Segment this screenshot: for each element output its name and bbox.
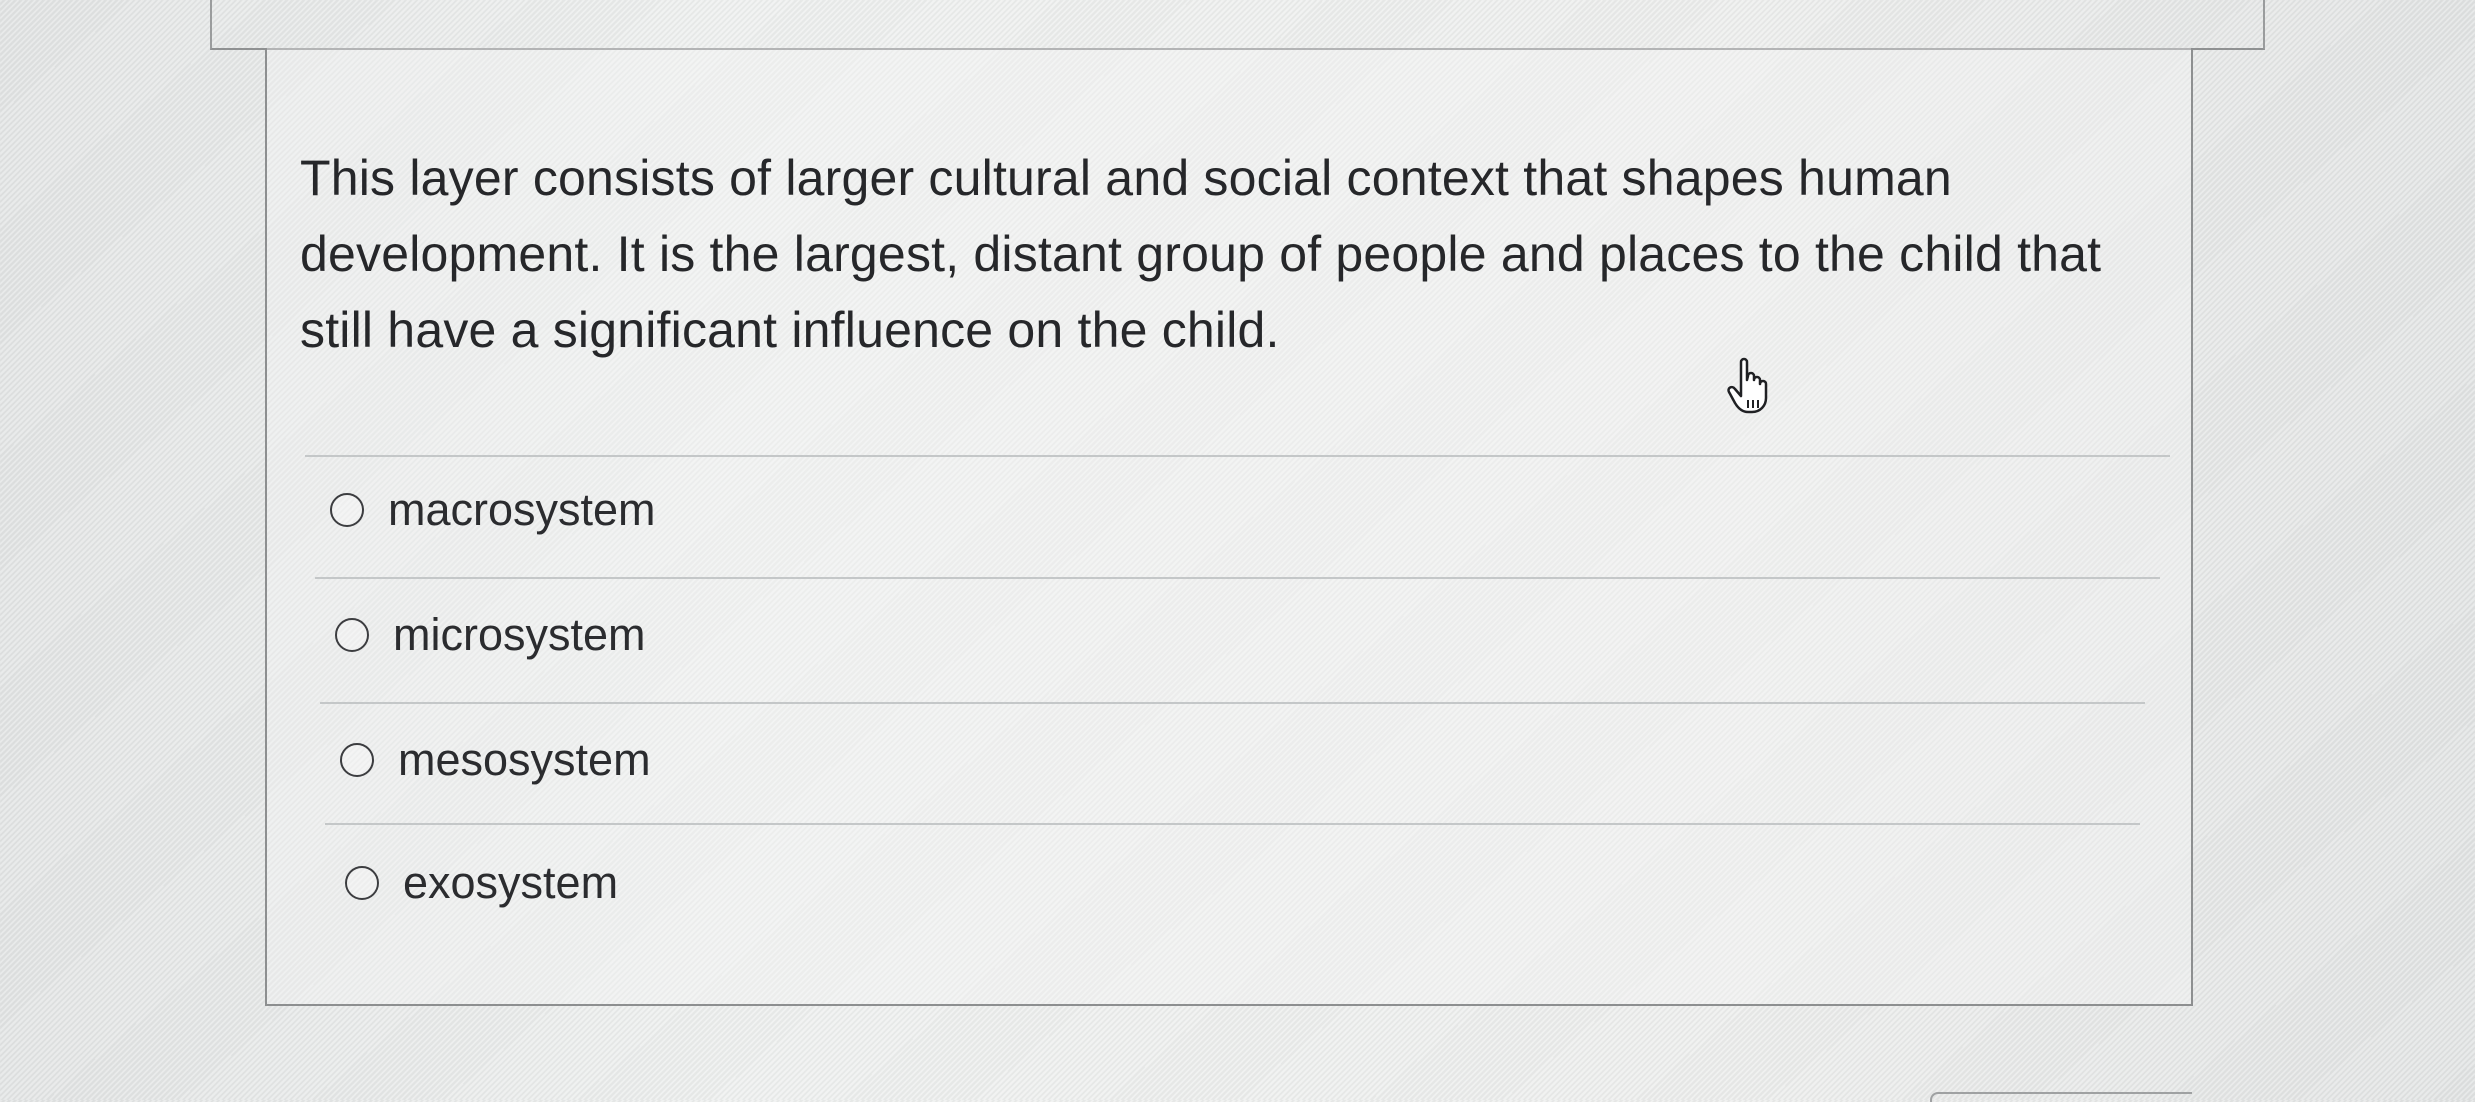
upper-panel-frame xyxy=(210,0,2265,50)
option-divider xyxy=(320,702,2145,704)
question-text: This layer consists of larger cultural a… xyxy=(300,150,2102,358)
answer-option-mesosystem[interactable]: mesosystem xyxy=(340,725,651,795)
option-divider xyxy=(305,455,2170,457)
option-divider xyxy=(315,577,2160,579)
answer-option-label: exosystem xyxy=(403,857,619,908)
answer-option-macrosystem[interactable]: macrosystem xyxy=(330,475,656,545)
hand-pointer-icon xyxy=(1727,357,1768,414)
answer-option-label: macrosystem xyxy=(388,484,656,535)
radio-button[interactable] xyxy=(345,866,379,900)
answer-option-exosystem[interactable]: exosystem xyxy=(345,848,618,918)
answer-option-label: mesosystem xyxy=(398,734,651,785)
bottom-panel-edge xyxy=(1930,1092,2192,1102)
option-divider xyxy=(325,823,2140,825)
radio-button[interactable] xyxy=(335,618,369,652)
answer-option-label: microsystem xyxy=(393,609,646,660)
answer-option-microsystem[interactable]: microsystem xyxy=(335,600,646,670)
radio-button[interactable] xyxy=(340,743,374,777)
radio-button[interactable] xyxy=(330,493,364,527)
